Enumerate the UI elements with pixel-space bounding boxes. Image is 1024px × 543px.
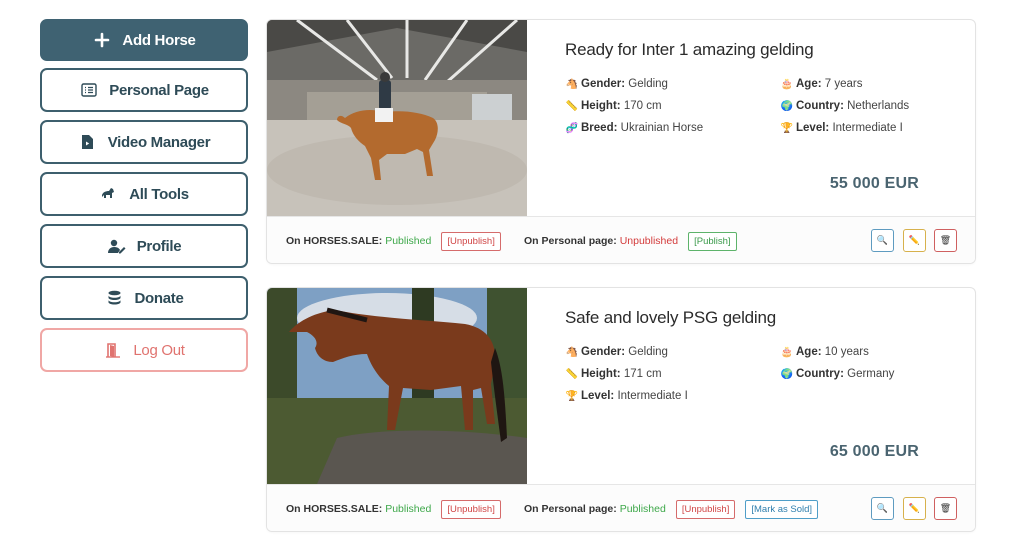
status-badge: Published bbox=[385, 503, 432, 515]
personal-publish-status: On Personal page: Unpublished [Publish] bbox=[524, 231, 737, 251]
unpublish-site-button[interactable]: [Unpublish] bbox=[441, 231, 501, 251]
video-manager-label: Video Manager bbox=[107, 133, 211, 151]
level-fact: 🏆 Level: Intermediate I bbox=[565, 390, 688, 402]
height-fact: 📏 Height: 171 cm bbox=[565, 368, 662, 380]
unpublish-personal-button[interactable]: [Unpublish] bbox=[675, 499, 736, 519]
horse-head-icon: 🐴 bbox=[565, 78, 579, 90]
profile-label: Profile bbox=[136, 237, 182, 255]
globe-icon: 🌍 bbox=[780, 368, 794, 380]
level-fact: 🏆 Level: Intermediate I bbox=[780, 122, 903, 134]
listing-card: Ready for Inter 1 amazing gelding 🐴 Gende… bbox=[266, 19, 976, 264]
listing-info: Safe and lovely PSG gelding 🐴 Gender: Gel… bbox=[565, 308, 955, 416]
listing-facts: 🐴 Gender: Gelding 🎂 Age: 10 years 📏 Height:… bbox=[565, 346, 955, 416]
age-fact: 🎂 Age: 7 years bbox=[780, 78, 863, 90]
edit-button[interactable]: ✏️ bbox=[903, 229, 926, 252]
gender-fact: 🐴 Gender: Gelding bbox=[565, 346, 668, 358]
log-out-button[interactable]: Log Out bbox=[40, 328, 248, 372]
horse-head-icon: 🐴 bbox=[565, 346, 579, 358]
listing-footer: On HORSES.SALE: Published [Unpublish] On… bbox=[267, 216, 975, 263]
view-button[interactable]: 🔍 bbox=[871, 229, 894, 252]
site-publish-status: On HORSES.SALE: Published [Unpublish] bbox=[286, 231, 501, 251]
listing-footer: On HORSES.SALE: Published [Unpublish] On… bbox=[267, 484, 975, 531]
listing-info: Ready for Inter 1 amazing gelding 🐴 Gende… bbox=[565, 40, 955, 148]
mark-as-sold-button[interactable]: [Mark as Sold] bbox=[745, 499, 819, 519]
ruler-icon: 📏 bbox=[565, 368, 579, 380]
ruler-icon: 📏 bbox=[565, 100, 579, 112]
country-fact: 🌍 Country: Netherlands bbox=[780, 100, 910, 112]
donate-label: Donate bbox=[134, 289, 184, 307]
height-fact: 📏 Height: 170 cm bbox=[565, 100, 662, 112]
video-file-icon bbox=[78, 133, 98, 151]
trash-icon: 🗑 bbox=[939, 235, 952, 245]
trash-icon: 🗑 bbox=[939, 503, 952, 513]
horse-photo[interactable] bbox=[267, 20, 527, 216]
delete-button[interactable]: 🗑 bbox=[934, 497, 957, 520]
cake-icon: 🎂 bbox=[780, 78, 794, 90]
status-badge: Unpublished bbox=[619, 235, 679, 247]
donate-button[interactable]: Donate bbox=[40, 276, 248, 320]
coins-icon bbox=[104, 289, 124, 307]
price: 65 000 EUR bbox=[829, 443, 919, 460]
unpublish-site-button[interactable]: [Unpublish] bbox=[441, 499, 501, 519]
personal-publish-status: On Personal page: Published [Unpublish] … bbox=[524, 499, 819, 519]
cake-icon: 🎂 bbox=[780, 346, 794, 358]
publish-personal-button[interactable]: [Publish] bbox=[688, 231, 737, 251]
sidebar: Add Horse Personal Page Video Manager Al… bbox=[40, 19, 248, 380]
delete-button[interactable]: 🗑 bbox=[934, 229, 957, 252]
profile-button[interactable]: Profile bbox=[40, 224, 248, 268]
plus-icon bbox=[92, 31, 112, 49]
status-badge: Published bbox=[385, 235, 432, 247]
price: 55 000 EUR bbox=[829, 175, 919, 192]
gender-fact: 🐴 Gender: Gelding bbox=[565, 78, 668, 90]
add-horse-button[interactable]: Add Horse bbox=[40, 19, 248, 61]
globe-icon: 🌍 bbox=[780, 100, 794, 112]
pencil-icon: ✏️ bbox=[908, 503, 921, 513]
trophy-icon: 🏆 bbox=[565, 390, 579, 402]
pencil-icon: ✏️ bbox=[908, 235, 921, 245]
horse-icon bbox=[99, 185, 119, 203]
listing-title[interactable]: Ready for Inter 1 amazing gelding bbox=[565, 40, 955, 60]
door-exit-icon bbox=[103, 341, 123, 359]
video-manager-button[interactable]: Video Manager bbox=[40, 120, 248, 164]
all-tools-button[interactable]: All Tools bbox=[40, 172, 248, 216]
listing-facts: 🐴 Gender: Gelding 🎂 Age: 7 years 📏 Height: … bbox=[565, 78, 955, 148]
listing-card: Safe and lovely PSG gelding 🐴 Gender: Gel… bbox=[266, 287, 976, 532]
search-icon: 🔍 bbox=[876, 235, 889, 245]
personal-page-button[interactable]: Personal Page bbox=[40, 68, 248, 112]
breed-fact: 🧬 Breed: Ukrainian Horse bbox=[565, 122, 704, 134]
user-edit-icon bbox=[107, 237, 127, 255]
trophy-icon: 🏆 bbox=[780, 122, 794, 134]
search-icon: 🔍 bbox=[876, 503, 889, 513]
personal-page-label: Personal Page bbox=[109, 81, 209, 99]
site-publish-status: On HORSES.SALE: Published [Unpublish] bbox=[286, 499, 501, 519]
add-horse-label: Add Horse bbox=[122, 31, 196, 49]
status-badge: Published bbox=[619, 503, 666, 515]
listing-title[interactable]: Safe and lovely PSG gelding bbox=[565, 308, 955, 328]
view-button[interactable]: 🔍 bbox=[871, 497, 894, 520]
log-out-label: Log Out bbox=[133, 341, 185, 359]
dna-icon: 🧬 bbox=[565, 122, 579, 134]
horse-photo[interactable] bbox=[267, 288, 527, 484]
all-tools-label: All Tools bbox=[129, 185, 189, 203]
list-icon bbox=[79, 81, 99, 99]
edit-button[interactable]: ✏️ bbox=[903, 497, 926, 520]
age-fact: 🎂 Age: 10 years bbox=[780, 346, 869, 358]
country-fact: 🌍 Country: Germany bbox=[780, 368, 895, 380]
